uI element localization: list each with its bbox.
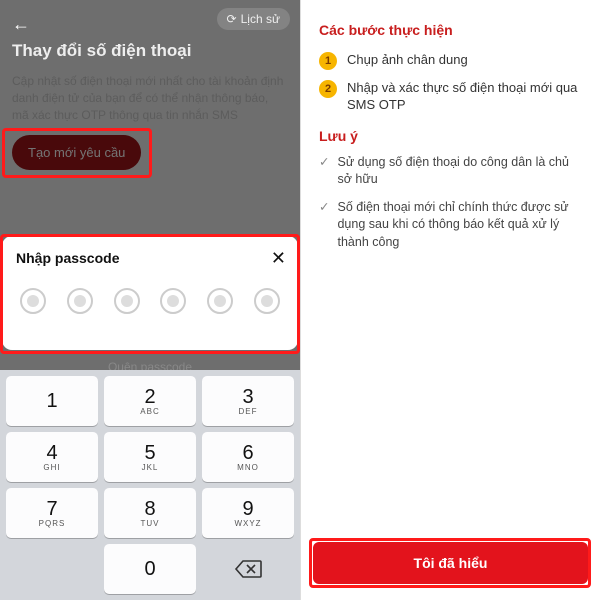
screenshot-pair: ← ⟳Lịch sử Thay đổi số điện thoại Cập nh… [0, 0, 600, 600]
instructions-panel: Các bước thực hiện 1 Chụp ảnh chân dung … [301, 0, 600, 251]
step-badge-1: 1 [319, 52, 337, 70]
key-8[interactable]: 8TUV [104, 488, 196, 538]
key-backspace[interactable] [202, 544, 294, 594]
key-2[interactable]: 2ABC [104, 376, 196, 426]
key-6[interactable]: 6MNO [202, 432, 294, 482]
steps-heading: Các bước thực hiện [319, 22, 582, 38]
key-4[interactable]: 4GHI [6, 432, 98, 482]
key-7[interactable]: 7PQRS [6, 488, 98, 538]
check-icon: ✓ [319, 154, 329, 172]
history-chip[interactable]: ⟳ Lịch sử [217, 8, 290, 30]
note-row: ✓ Sử dụng số điện thoại do công dân là c… [319, 154, 582, 189]
numeric-keypad: 1 2ABC 3DEF 4GHI 5JKL 6MNO 7PQRS 8TUV 9W… [0, 370, 300, 600]
step-1-text: Chụp ảnh chân dung [347, 52, 468, 69]
phone-left: ← ⟳Lịch sử Thay đổi số điện thoại Cập nh… [0, 0, 300, 600]
step-row: 1 Chụp ảnh chân dung [319, 52, 582, 70]
highlight-passcode-modal [0, 234, 300, 354]
highlight-understood-button [309, 538, 591, 588]
history-label: Lịch sử [241, 12, 280, 26]
page-title: Thay đổi số điện thoại [12, 41, 288, 61]
backspace-icon [234, 559, 262, 579]
step-row: 2 Nhập và xác thực số điện thoại mới qua… [319, 80, 582, 114]
header: ← ⟳ Lịch sử Thay đổi số điện thoại [0, 0, 300, 73]
check-icon: ✓ [319, 199, 329, 217]
notes-heading: Lưu ý [319, 128, 582, 144]
back-icon[interactable]: ← [12, 14, 30, 34]
highlight-request-button [2, 128, 152, 178]
step-badge-2: 2 [319, 80, 337, 98]
key-0[interactable]: 0 [104, 544, 196, 594]
phone-right: Các bước thực hiện 1 Chụp ảnh chân dung … [300, 0, 600, 600]
key-5[interactable]: 5JKL [104, 432, 196, 482]
note-row: ✓ Số điện thoại mới chỉ chính thức được … [319, 199, 582, 252]
clock-icon: ⟳ [227, 12, 237, 26]
step-2-text: Nhập và xác thực số điện thoại mới qua S… [347, 80, 582, 114]
note-2-text: Số điện thoại mới chỉ chính thức được sử… [337, 199, 582, 252]
key-blank [6, 544, 98, 594]
key-9[interactable]: 9WXYZ [202, 488, 294, 538]
key-1[interactable]: 1 [6, 376, 98, 426]
key-3[interactable]: 3DEF [202, 376, 294, 426]
note-1-text: Sử dụng số điện thoại do công dân là chủ… [337, 154, 582, 189]
